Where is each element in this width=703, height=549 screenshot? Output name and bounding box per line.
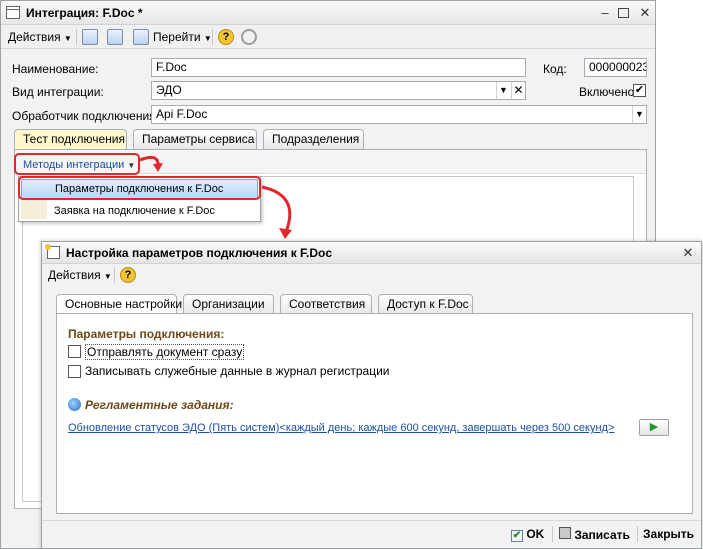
send-immediately-label[interactable]: Отправлять документ сразу <box>85 344 245 360</box>
button-separator <box>552 526 553 542</box>
tab-main-settings[interactable]: Основные настройки <box>56 294 182 314</box>
tab-organizations[interactable]: Организации <box>183 294 274 314</box>
write-log-checkbox[interactable] <box>68 365 81 378</box>
save-button[interactable]: Записать <box>559 527 630 542</box>
dialog-actions-menu-button[interactable]: Действия ▼ <box>48 268 112 282</box>
floppy-icon <box>559 527 571 539</box>
play-icon: ▶ <box>649 421 659 433</box>
write-log-label[interactable]: Записывать служебные данные в журнал рег… <box>85 364 389 378</box>
button-separator <box>637 526 638 542</box>
dialog-title: Настройка параметров подключения к F.Doc <box>66 246 333 260</box>
arrow-2-head <box>279 228 292 239</box>
dialog-title-bar: Настройка параметров подключения к F.Doc… <box>42 242 701 264</box>
send-immediately-checkbox[interactable] <box>68 345 81 358</box>
connection-params-heading: Параметры подключения: <box>68 327 225 341</box>
connection-settings-dialog: Настройка параметров подключения к F.Doc… <box>41 241 702 549</box>
toolbar-separator <box>114 267 115 283</box>
bottom-divider <box>42 520 701 521</box>
scheduled-jobs-heading: Регламентные задания: <box>85 398 234 412</box>
scheduled-job-link[interactable]: Обновление статусов ЭДО (Пять систем)<ка… <box>68 422 614 434</box>
tab-mappings[interactable]: Соответствия <box>280 294 372 314</box>
check-icon: ✔ <box>511 530 523 542</box>
arrow-2 <box>261 185 292 233</box>
help-icon[interactable]: ? <box>120 267 136 283</box>
close-icon[interactable]: ✕ <box>680 246 696 260</box>
main-settings-panel: Параметры подключения: Отправлять докуме… <box>56 313 693 514</box>
ok-button[interactable]: ✔ OK <box>511 527 544 542</box>
arrow-1-head <box>153 163 163 172</box>
run-job-button[interactable]: ▶ <box>639 419 669 436</box>
close-button[interactable]: Закрыть <box>643 527 694 541</box>
scheduled-jobs-icon <box>68 398 81 411</box>
tab-access[interactable]: Доступ к F.Doc <box>378 294 473 314</box>
form-icon <box>45 244 60 259</box>
